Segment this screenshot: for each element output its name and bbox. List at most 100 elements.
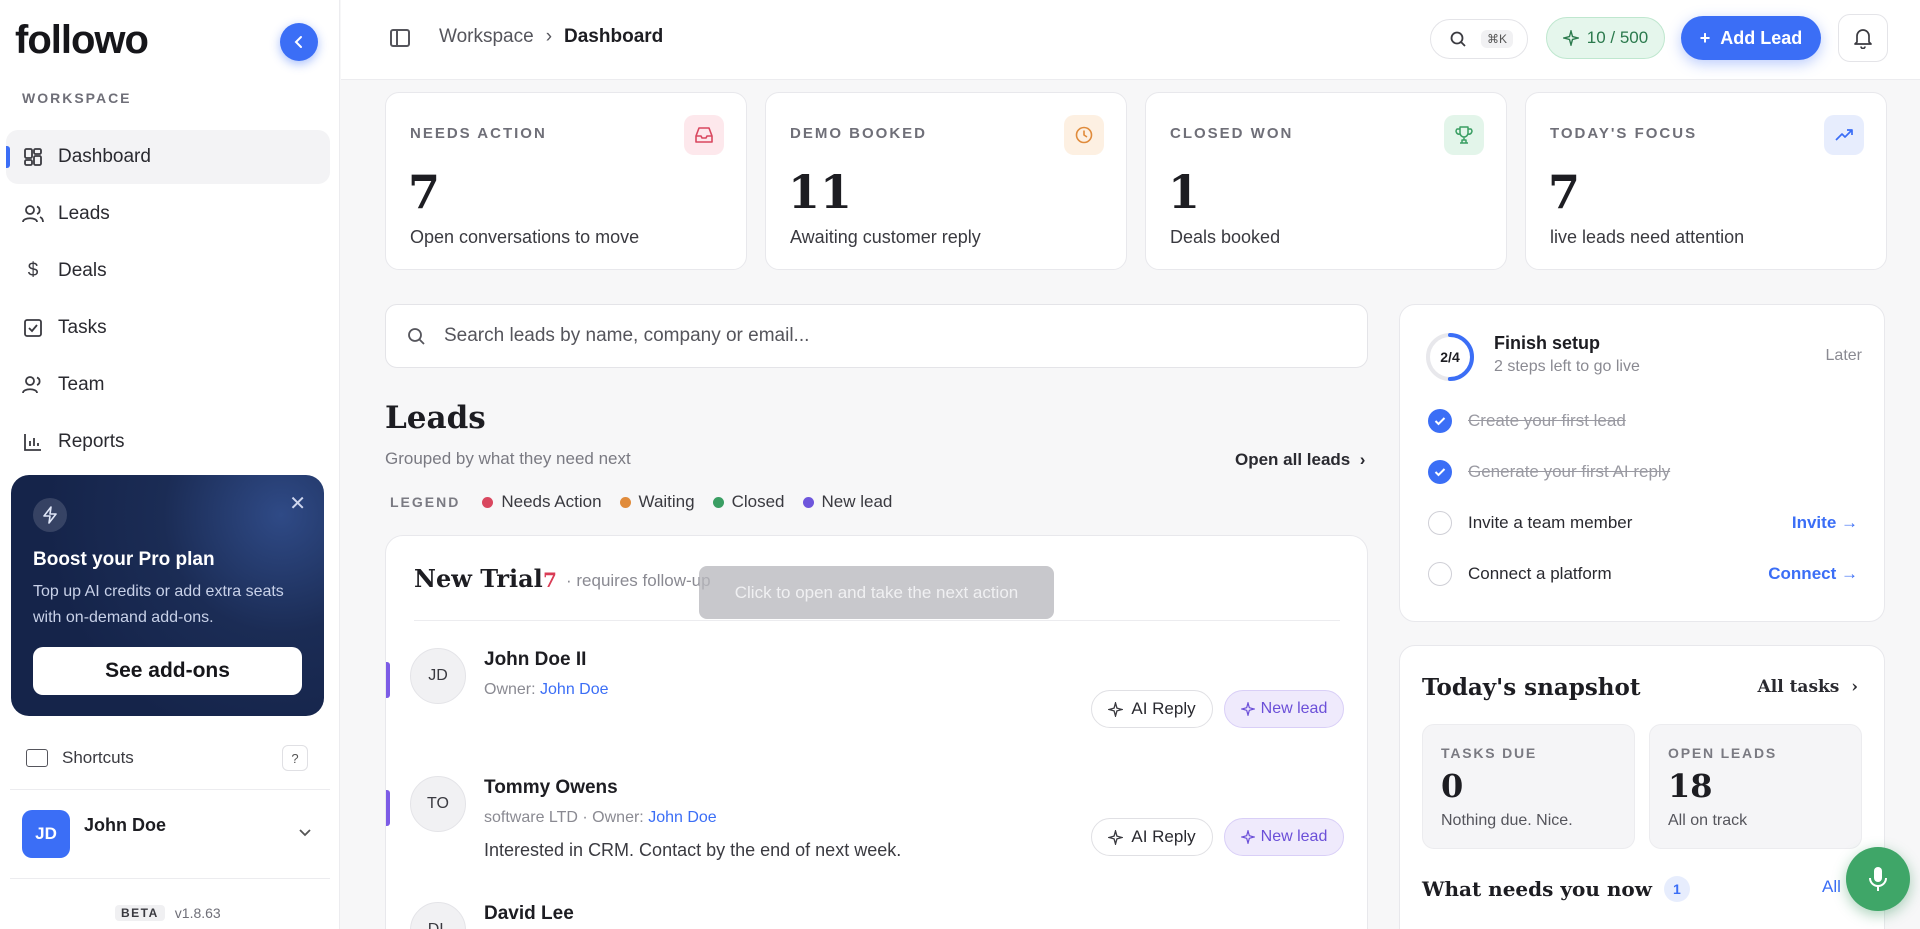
legend-item: Waiting	[619, 492, 695, 512]
shortcuts-row[interactable]: Shortcuts ?	[26, 744, 308, 772]
divider	[10, 789, 330, 790]
step-label: Invite a team member	[1468, 513, 1633, 532]
collapse-sidebar-button[interactable]	[280, 23, 318, 61]
legend-title: LEGEND	[390, 494, 461, 510]
ai-reply-button[interactable]: AI Reply	[1091, 690, 1213, 728]
ai-reply-button[interactable]: AI Reply	[1091, 818, 1213, 856]
ai-credits-badge[interactable]: 10 / 500	[1546, 17, 1665, 59]
version-info: BETA v1.8.63	[115, 905, 221, 921]
sparkle-icon	[1108, 701, 1124, 717]
add-lead-button[interactable]: + Add Lead	[1681, 16, 1821, 60]
lead-name: David Lee	[484, 903, 574, 924]
step-label: Connect a platform	[1468, 564, 1612, 583]
legend-item: Needs Action	[482, 492, 602, 512]
voice-assistant-button[interactable]	[1846, 847, 1910, 911]
trend-up-icon	[1824, 115, 1864, 155]
legend: LEGEND Needs Action Waiting Closed New l…	[390, 492, 892, 512]
needs-you-heading: What needs you now 1	[1422, 876, 1690, 902]
stat-value: 11	[788, 165, 853, 219]
step-label: Generate your first AI reply	[1468, 462, 1671, 481]
legend-dot	[712, 496, 724, 508]
stat-card-needs-action[interactable]: NEEDS ACTION 7 Open conversations to mov…	[385, 92, 747, 270]
bar-chart-icon	[22, 431, 44, 453]
setup-step[interactable]: Invite a team member Invite →	[1428, 508, 1858, 538]
tile-label: TASKS DUE	[1441, 745, 1538, 761]
list-item[interactable]: TO Tommy Owens software LTD · Owner: Joh…	[386, 764, 1369, 884]
credits-count: 10 / 500	[1586, 28, 1649, 47]
avatar: JD	[22, 810, 70, 858]
search-leads-input[interactable]: Search leads by name, company or email..…	[385, 304, 1368, 368]
close-icon[interactable]: ✕	[289, 491, 306, 516]
tile-sub: Nothing due. Nice.	[1441, 812, 1573, 829]
tile-sub: All on track	[1668, 812, 1748, 829]
tile-value: 0	[1441, 767, 1464, 805]
owner-link[interactable]: John Doe	[540, 681, 609, 698]
setup-step[interactable]: Create your first lead	[1428, 406, 1858, 436]
sidebar-item-dashboard[interactable]: Dashboard	[6, 130, 330, 184]
sidebar-item-deals[interactable]: $ Deals	[6, 244, 330, 298]
invite-link[interactable]: Invite →	[1792, 513, 1858, 533]
stat-card-demo-booked[interactable]: DEMO BOOKED 11 Awaiting customer reply	[765, 92, 1127, 270]
notifications-button[interactable]	[1838, 14, 1888, 62]
open-all-leads-link[interactable]: Open all leads ›	[1235, 450, 1365, 470]
status-badge: New lead	[1224, 818, 1344, 856]
lead-name: John Doe II	[484, 649, 587, 670]
sidebar-item-label: Tasks	[58, 317, 107, 338]
owner-link[interactable]: John Doe	[648, 809, 717, 826]
setup-subtitle: 2 steps left to go live	[1494, 358, 1640, 375]
command-search-button[interactable]: ⌘K	[1430, 19, 1528, 59]
setup-step[interactable]: Generate your first AI reply	[1428, 457, 1858, 487]
sidebar-item-leads[interactable]: Leads	[6, 187, 330, 241]
empty-circle-icon	[1428, 562, 1452, 586]
open-leads-tile[interactable]: OPEN LEADS 18 All on track	[1649, 724, 1862, 849]
clock-icon	[1064, 115, 1104, 155]
setup-step[interactable]: Connect a platform Connect →	[1428, 559, 1858, 589]
list-item[interactable]: JD John Doe II Owner: John Doe AI Reply …	[386, 636, 1369, 746]
connect-link[interactable]: Connect →	[1768, 564, 1858, 584]
sidebar-item-reports[interactable]: Reports	[6, 415, 330, 469]
upgrade-promo-card: ✕ Boost your Pro plan Top up AI credits …	[11, 475, 324, 716]
app-logo[interactable]: followo	[15, 18, 149, 63]
stat-value: 1	[1168, 165, 1201, 219]
avatar: DL	[410, 902, 466, 929]
chevron-right-icon: ›	[545, 26, 553, 47]
sidebar-item-label: Team	[58, 374, 105, 395]
stat-card-closed-won[interactable]: CLOSED WON 1 Deals booked	[1145, 92, 1507, 270]
avatar: JD	[410, 648, 466, 704]
stat-label: DEMO BOOKED	[790, 125, 928, 142]
lead-name: Tommy Owens	[484, 777, 618, 798]
group-title: New Trial	[414, 564, 543, 593]
sparkle-icon	[1562, 30, 1579, 46]
sidebar-toggle-icon[interactable]	[390, 29, 410, 47]
promo-text: Top up AI credits or add extra seats wit…	[33, 583, 284, 626]
add-lead-label: Add Lead	[1720, 27, 1803, 48]
breadcrumb-current: Dashboard	[564, 26, 664, 47]
stat-label: TODAY'S FOCUS	[1550, 125, 1698, 142]
later-button[interactable]: Later	[1826, 347, 1862, 365]
snapshot-title: Today's snapshot	[1422, 674, 1641, 701]
step-label: Create your first lead	[1468, 411, 1626, 430]
see-addons-button[interactable]: See add-ons	[33, 647, 302, 695]
sidebar-item-team[interactable]: Team	[6, 358, 330, 412]
todays-snapshot-card: Today's snapshot All tasks › TASKS DUE 0…	[1399, 645, 1885, 929]
all-link[interactable]: All	[1822, 877, 1841, 897]
stat-label: CLOSED WON	[1170, 125, 1294, 142]
user-menu[interactable]: JD John Doe	[22, 808, 312, 860]
breadcrumb-workspace[interactable]: Workspace	[439, 26, 534, 48]
sparkle-icon	[1240, 830, 1255, 844]
list-item[interactable]: DL David Lee	[386, 890, 1369, 929]
leads-subtitle: Grouped by what they need next	[385, 449, 631, 468]
divider	[414, 620, 1340, 621]
stat-card-todays-focus[interactable]: TODAY'S FOCUS 7 live leads need attentio…	[1525, 92, 1887, 270]
all-tasks-link[interactable]: All tasks ›	[1758, 677, 1858, 697]
status-bar	[386, 790, 390, 826]
stat-sub: Awaiting customer reply	[790, 227, 981, 247]
sidebar-item-label: Reports	[58, 431, 125, 452]
tasks-due-tile[interactable]: TASKS DUE 0 Nothing due. Nice.	[1422, 724, 1635, 849]
setup-title: Finish setup	[1494, 333, 1601, 353]
tile-value: 18	[1668, 767, 1713, 805]
tile-label: OPEN LEADS	[1668, 745, 1778, 761]
stat-label: NEEDS ACTION	[410, 125, 547, 142]
sidebar-item-tasks[interactable]: Tasks	[6, 301, 330, 355]
legend-dot	[619, 496, 631, 508]
